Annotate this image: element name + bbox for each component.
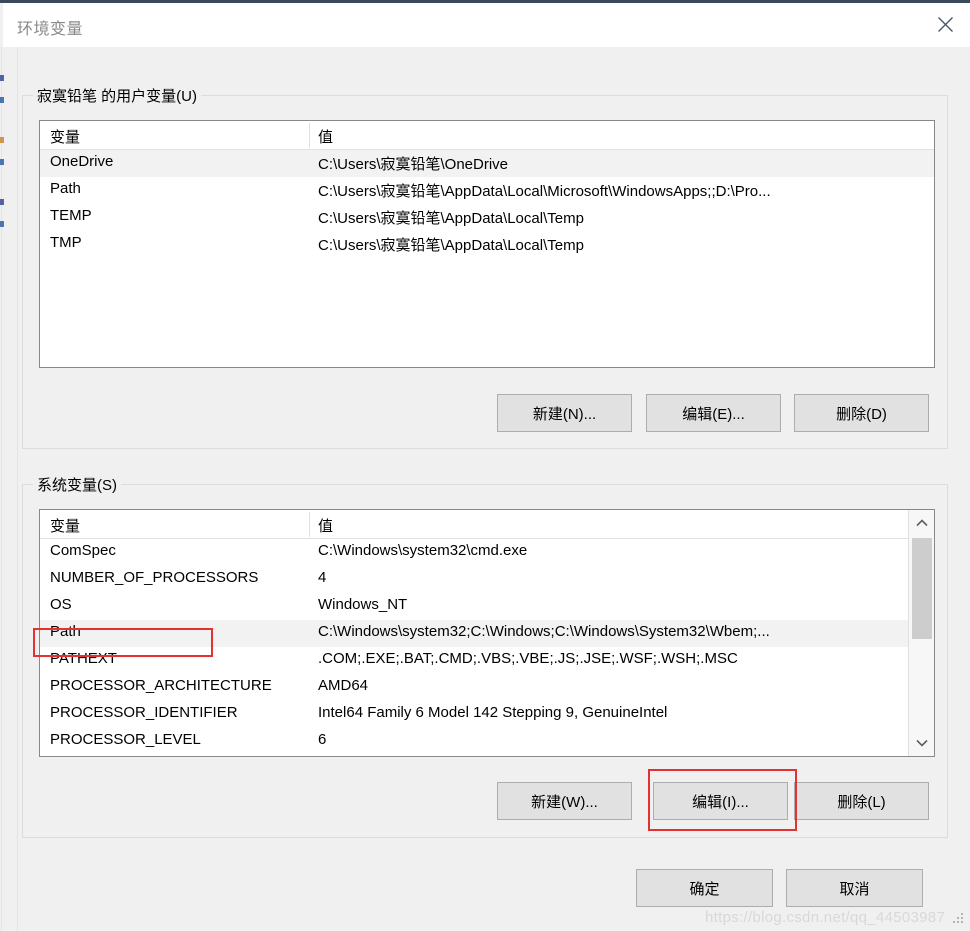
system-col-header-value[interactable]: 值 — [318, 515, 333, 536]
user-var-value: C:\Users\寂寞铅笔\OneDrive — [318, 156, 509, 173]
edge-artifact — [0, 137, 4, 143]
table-row[interactable]: TEMP C:\Users\寂寞铅笔\AppData\Local\Temp — [40, 204, 934, 231]
system-var-name: NUMBER_OF_PROCESSORS — [50, 569, 259, 586]
user-var-name: OneDrive — [50, 153, 114, 170]
system-var-value: 4 — [318, 569, 327, 586]
system-var-value: AMD64 — [318, 677, 369, 694]
user-var-value: C:\Users\寂寞铅笔\AppData\Local\Microsoft\Wi… — [318, 183, 771, 200]
table-row[interactable]: PROCESSOR_ARCHITECTURE AMD64 — [40, 674, 910, 701]
system-list-body: ComSpec C:\Windows\system32\cmd.exe NUMB… — [40, 539, 910, 755]
watermark-text: https://blog.csdn.net/qq_44503987 — [705, 909, 946, 926]
system-var-value: Intel64 Family 6 Model 142 Stepping 9, G… — [318, 704, 668, 721]
title-bar: 环境变量 — [3, 3, 970, 47]
system-var-name: PROCESSOR_LEVEL — [50, 731, 201, 748]
user-list-body: OneDrive C:\Users\寂寞铅笔\OneDrive Path C:\… — [40, 150, 934, 258]
user-var-value: C:\Users\寂寞铅笔\AppData\Local\Temp — [318, 210, 584, 227]
system-var-name: Path — [50, 623, 81, 640]
system-var-name: ComSpec — [50, 542, 116, 559]
system-var-name: OS — [50, 596, 72, 613]
system-col-header-name[interactable]: 变量 — [50, 515, 80, 536]
user-variables-legend: 寂寞铅笔 的用户变量(U) — [33, 85, 201, 106]
user-var-value: C:\Users\寂寞铅笔\AppData\Local\Temp — [318, 237, 584, 254]
dialog-client-area: 寂寞铅笔 的用户变量(U) 变量 值 OneDrive C:\Users\寂寞铅… — [0, 47, 970, 931]
system-new-button[interactable]: 新建(W)... — [497, 782, 632, 820]
left-edge-line-2 — [1, 47, 2, 931]
table-row[interactable]: Path C:\Windows\system32;C:\Windows;C:\W… — [40, 620, 910, 647]
user-col-header-value[interactable]: 值 — [318, 126, 333, 147]
environment-variables-dialog: 环境变量 寂寞铅笔 的用户变量(U) 变量 值 OneDrive C:\User… — [0, 0, 970, 931]
table-row[interactable]: NUMBER_OF_PROCESSORS 4 — [40, 566, 910, 593]
table-row[interactable]: Path C:\Users\寂寞铅笔\AppData\Local\Microso… — [40, 177, 934, 204]
table-row[interactable]: PROCESSOR_LEVEL 6 — [40, 728, 910, 755]
edge-artifact — [0, 199, 4, 205]
table-row[interactable]: PATHEXT .COM;.EXE;.BAT;.CMD;.VBS;.VBE;.J… — [40, 647, 910, 674]
system-variables-list[interactable]: 变量 值 ComSpec C:\Windows\system32\cmd.exe… — [39, 509, 935, 757]
system-var-value: C:\Windows\system32\cmd.exe — [318, 542, 528, 559]
system-list-scrollbar[interactable] — [908, 510, 934, 756]
edge-artifact — [0, 97, 4, 103]
system-list-header: 变量 值 — [40, 510, 934, 539]
user-delete-button[interactable]: 删除(D) — [794, 394, 929, 432]
left-edge-line-1 — [17, 47, 18, 931]
edge-artifact — [0, 75, 4, 81]
system-delete-button[interactable]: 删除(L) — [794, 782, 929, 820]
edge-artifact — [0, 221, 4, 227]
user-edit-button[interactable]: 编辑(E)... — [646, 394, 781, 432]
system-col-divider[interactable] — [309, 512, 310, 537]
ok-button[interactable]: 确定 — [636, 869, 773, 907]
user-col-header-name[interactable]: 变量 — [50, 126, 80, 147]
user-col-divider[interactable] — [309, 123, 310, 148]
close-icon[interactable] — [922, 3, 968, 46]
user-new-button[interactable]: 新建(N)... — [497, 394, 632, 432]
system-var-name: PATHEXT — [50, 650, 117, 667]
window-title: 环境变量 — [17, 21, 84, 38]
system-edit-button[interactable]: 编辑(I)... — [653, 782, 788, 820]
system-var-name: PROCESSOR_IDENTIFIER — [50, 704, 238, 721]
user-var-name: TMP — [50, 234, 82, 251]
edge-artifact — [0, 159, 4, 165]
scrollbar-thumb[interactable] — [912, 538, 932, 639]
system-variables-legend: 系统变量(S) — [33, 474, 121, 495]
chevron-up-icon[interactable] — [909, 510, 934, 536]
resize-grip[interactable] — [953, 913, 965, 925]
system-var-value: C:\Windows\system32;C:\Windows;C:\Window… — [318, 623, 770, 640]
system-var-value: Windows_NT — [318, 596, 408, 613]
cancel-button[interactable]: 取消 — [786, 869, 923, 907]
table-row[interactable]: ComSpec C:\Windows\system32\cmd.exe — [40, 539, 910, 566]
user-variables-list[interactable]: 变量 值 OneDrive C:\Users\寂寞铅笔\OneDrive Pat… — [39, 120, 935, 368]
table-row[interactable]: TMP C:\Users\寂寞铅笔\AppData\Local\Temp — [40, 231, 934, 258]
system-var-value: 6 — [318, 731, 327, 748]
user-list-header: 变量 值 — [40, 121, 934, 150]
user-var-name: Path — [50, 180, 81, 197]
table-row[interactable]: OS Windows_NT — [40, 593, 910, 620]
table-row[interactable]: PROCESSOR_IDENTIFIER Intel64 Family 6 Mo… — [40, 701, 910, 728]
system-var-name: PROCESSOR_ARCHITECTURE — [50, 677, 272, 694]
chevron-down-icon[interactable] — [909, 730, 934, 756]
system-var-value: .COM;.EXE;.BAT;.CMD;.VBS;.VBE;.JS;.JSE;.… — [318, 650, 738, 667]
table-row[interactable]: OneDrive C:\Users\寂寞铅笔\OneDrive — [40, 150, 934, 177]
user-var-name: TEMP — [50, 207, 92, 224]
